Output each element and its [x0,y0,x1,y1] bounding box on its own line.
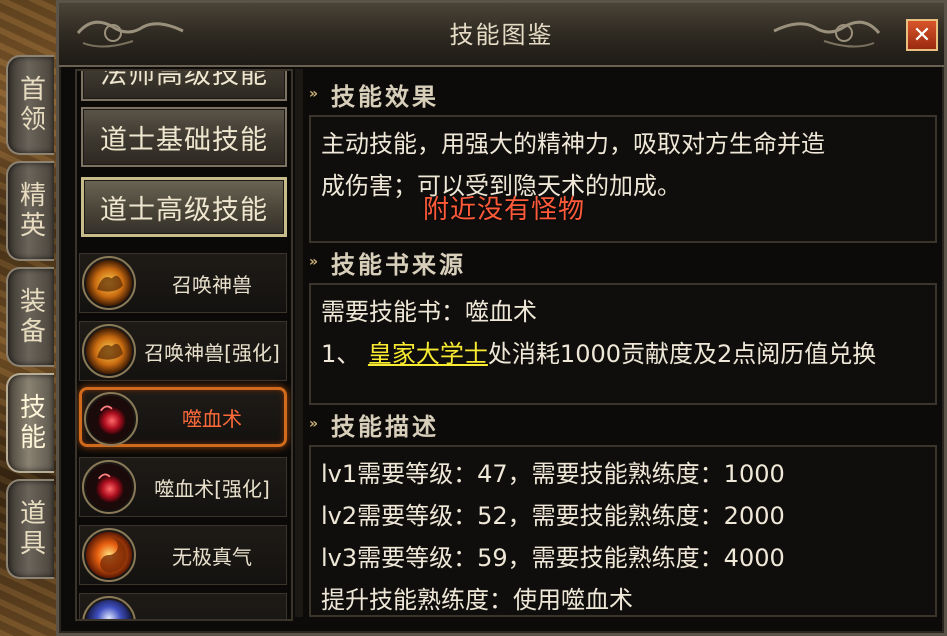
tab-boss[interactable]: 首领 [6,55,54,155]
desc-line: 提升技能熟练度：使用噬血术 [321,586,633,614]
desc-line: lv1需要等级：47，需要技能熟练度：1000 [321,460,785,488]
tab-equipment[interactable]: 装备 [6,267,54,367]
source-prefix: 1、 [321,340,361,368]
title-bar: 技能图鉴 ✕ [59,3,944,67]
effect-box: 主动技能，用强大的精神力，吸取对方生命并造 成伤害；可以受到隐天术的加成。 [309,115,937,243]
close-button[interactable]: ✕ [906,19,938,51]
effect-heading: » 技能效果 [309,77,939,111]
skill-summon-beast-enhanced[interactable]: 召唤神兽[强化] [79,321,287,381]
summon-beast-icon [82,256,136,310]
source-line-2: 1、 皇家大学士处消耗1000贡献度及2点阅历值兑换 [321,333,925,375]
source-heading-text: 技能书来源 [331,250,467,279]
skill-blood-drain[interactable]: 噬血术 [79,387,287,447]
skill-name: 召唤神兽[强化] [144,340,280,365]
skill-list[interactable]: 法师高级技能 道士基础技能 道士高级技能 召唤神兽 召唤神兽[强化] 噬血术 噬… [75,69,293,621]
desc-heading: » 技能描述 [309,407,939,441]
ornament-right-icon [773,20,881,48]
infinite-qi-icon [82,528,136,582]
category-taoist-advanced[interactable]: 道士高级技能 [81,177,287,237]
section-arrow-icon: » [309,254,322,270]
tab-items[interactable]: 道具 [6,479,54,579]
tab-elite[interactable]: 精英 [6,161,54,261]
crystal-icon [82,596,136,619]
npc-link[interactable]: 皇家大学士 [368,340,488,368]
blood-drain-icon [84,392,138,446]
effect-heading-text: 技能效果 [331,82,440,111]
source-line-1: 需要技能书：噬血术 [321,298,537,326]
desc-box: lv1需要等级：47，需要技能熟练度：1000 lv2需要等级：52，需要技能熟… [309,445,937,617]
skill-blood-drain-enhanced[interactable]: 噬血术[强化] [79,457,287,517]
skill-compendium-window: 技能图鉴 ✕ 法师高级技能 道士基础技能 道士高级技能 召唤神兽 召唤神兽[强化… [56,0,947,636]
summon-beast-icon [82,324,136,378]
blood-drain-icon [82,460,136,514]
skill-name: 噬血术 [182,406,242,431]
desc-line: lv2需要等级：52，需要技能熟练度：2000 [321,502,785,530]
skill-name: 召唤神兽 [172,272,252,297]
effect-line-2: 成伤害；可以受到隐天术的加成。 [321,172,681,200]
skill-name: 无极真气 [172,544,252,569]
source-suffix: 处消耗1000贡献度及2点阅历值兑换 [487,340,877,368]
skill-name: 噬血术[强化] [154,476,270,501]
effect-line-1: 主动技能，用强大的精神力，吸取对方生命并造 [321,130,825,158]
category-mage-advanced[interactable]: 法师高级技能 [81,71,287,101]
source-box: 需要技能书：噬血术 1、 皇家大学士处消耗1000贡献度及2点阅历值兑换 [309,283,937,405]
skill-summon-beast[interactable]: 召唤神兽 [79,253,287,313]
tab-skills[interactable]: 技能 [6,373,54,473]
section-arrow-icon: » [309,86,322,102]
category-taoist-basic[interactable]: 道士基础技能 [81,107,287,167]
no-monster-message: 附近没有怪物 [423,195,586,225]
desc-heading-text: 技能描述 [331,412,440,441]
skill-crystal[interactable] [79,593,287,619]
skill-infinite-qi[interactable]: 无极真气 [79,525,287,585]
section-arrow-icon: » [309,416,322,432]
skill-name [138,594,286,619]
list-scrollbar[interactable] [295,69,303,617]
desc-line: lv3需要等级：59，需要技能熟练度：4000 [321,544,785,572]
source-heading: » 技能书来源 [309,245,939,279]
